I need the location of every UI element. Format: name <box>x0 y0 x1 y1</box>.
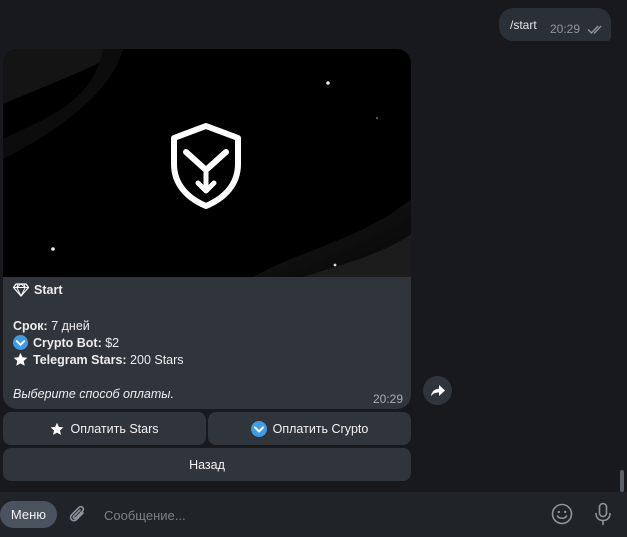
pay-crypto-label: Оплатить Crypto <box>272 421 369 436</box>
pay-stars-label: Оплатить Stars <box>70 421 159 436</box>
star-icon <box>13 352 28 366</box>
microphone-icon[interactable] <box>594 502 612 526</box>
bot-message: Start Срок: 7 дней Crypto Bot: $2 Telegr… <box>3 49 411 409</box>
crypto-bot-icon <box>13 335 28 350</box>
back-button[interactable]: Назад <box>3 448 411 481</box>
share-arrow-icon <box>430 384 445 396</box>
shield-download-icon <box>171 123 241 209</box>
star-icon <box>51 422 64 435</box>
paperclip-icon[interactable] <box>68 504 88 526</box>
message-title-text: Start <box>34 283 63 297</box>
term-label: Срок: <box>13 319 48 333</box>
double-check-icon <box>587 25 602 35</box>
diamond-icon <box>13 283 29 297</box>
crypto-price-line: Crypto Bot: $2 <box>13 335 119 350</box>
stars-label: Telegram Stars: <box>33 352 127 367</box>
crypto-label: Crypto Bot: <box>33 335 102 350</box>
term-value: 7 дней <box>51 319 90 333</box>
menu-button[interactable]: Меню <box>0 501 57 528</box>
message-banner-image <box>3 49 411 277</box>
stars-price-line: Telegram Stars: 200 Stars <box>13 352 184 367</box>
share-button[interactable] <box>423 376 452 405</box>
message-composer: Меню <box>0 492 627 537</box>
message-input[interactable] <box>104 505 524 525</box>
crypto-value: $2 <box>105 335 120 350</box>
pay-crypto-button[interactable]: Оплатить Crypto <box>208 412 411 445</box>
message-title: Start <box>13 283 62 297</box>
crypto-bot-icon <box>250 420 267 437</box>
emoji-icon[interactable] <box>551 503 573 525</box>
outgoing-message-text: /start <box>510 18 537 32</box>
term-line: Срок: 7 дней <box>13 319 90 333</box>
stars-value: 200 Stars <box>130 352 184 367</box>
payment-prompt-text: Выберите способ оплаты. <box>13 387 174 401</box>
message-time: 20:29 <box>372 392 403 406</box>
back-label: Назад <box>189 457 225 472</box>
chat-area: /start 20:29 Start Срок: 7 дней Crypto B… <box>0 0 627 492</box>
menu-button-label: Меню <box>10 507 47 522</box>
outgoing-message-time: 20:29 <box>550 22 581 36</box>
outgoing-message[interactable]: /start 20:29 <box>499 8 611 41</box>
scrollbar-thumb[interactable] <box>620 470 624 492</box>
payment-prompt: Выберите способ оплаты. <box>13 387 174 401</box>
pay-stars-button[interactable]: Оплатить Stars <box>3 412 206 445</box>
